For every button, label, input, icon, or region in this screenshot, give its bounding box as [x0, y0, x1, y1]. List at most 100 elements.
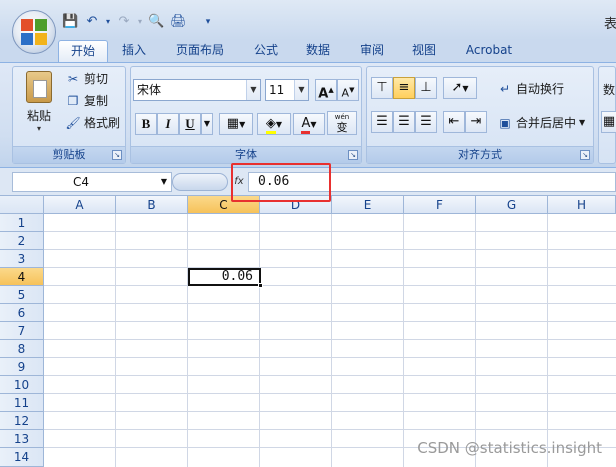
- row-header-1[interactable]: 1: [0, 214, 44, 232]
- tab-review[interactable]: 审阅: [350, 40, 394, 62]
- underline-button[interactable]: U: [179, 113, 201, 135]
- save-icon[interactable]: 💾: [62, 14, 78, 30]
- accounting-format-icon[interactable]: ▦: [601, 111, 616, 133]
- font-name-combo[interactable]: 宋体 ▼: [133, 79, 261, 101]
- row-header-13[interactable]: 13: [0, 430, 44, 448]
- align-left-icon: ☰: [376, 114, 388, 129]
- formula-bar-resize-handle[interactable]: [172, 173, 228, 191]
- clipboard-dialog-launcher-icon[interactable]: ↘: [112, 150, 122, 160]
- grid-line: [44, 357, 616, 358]
- tab-view[interactable]: 视图: [402, 40, 446, 62]
- column-header-a[interactable]: A: [44, 196, 116, 214]
- tab-acrobat[interactable]: Acrobat: [458, 40, 520, 62]
- brush-icon: 🖌: [65, 116, 81, 130]
- chevron-down-icon[interactable]: ▼: [246, 80, 260, 100]
- clipboard-group: 粘贴 ▾ ✂ 剪切 ❐ 复制 🖌 格式刷 剪贴板 ↘: [12, 66, 126, 164]
- borders-button[interactable]: ▦▼: [219, 113, 253, 135]
- redo-dropdown-icon[interactable]: ▾: [132, 14, 148, 30]
- tab-formulas[interactable]: 公式: [244, 40, 288, 62]
- grid-line: [44, 429, 616, 430]
- number-format-partial[interactable]: 数: [603, 81, 615, 98]
- print-icon[interactable]: 🖨: [170, 14, 187, 30]
- orientation-icon: ➚: [451, 80, 463, 95]
- column-header-e[interactable]: E: [332, 196, 404, 214]
- tab-insert[interactable]: 插入: [112, 40, 156, 62]
- row-header-7[interactable]: 7: [0, 322, 44, 340]
- undo-icon[interactable]: ↶: [84, 14, 100, 30]
- row-header-9[interactable]: 9: [0, 358, 44, 376]
- row-header-3[interactable]: 3: [0, 250, 44, 268]
- row-header-10[interactable]: 10: [0, 376, 44, 394]
- row-header-11[interactable]: 11: [0, 394, 44, 412]
- decrease-indent-button[interactable]: ⇤: [443, 111, 465, 133]
- grid-line: [44, 375, 616, 376]
- tab-home[interactable]: 开始: [58, 40, 108, 62]
- row-header-6[interactable]: 6: [0, 304, 44, 322]
- merge-center-icon: ▣: [499, 116, 511, 130]
- grow-font-button[interactable]: A▲: [315, 79, 337, 101]
- wrap-text-icon: ↵: [499, 82, 511, 96]
- fill-color-button[interactable]: ◈▼: [257, 113, 291, 135]
- chevron-down-icon[interactable]: ▼: [294, 80, 308, 100]
- copy-icon: ❐: [67, 94, 79, 108]
- align-center-button[interactable]: ☰: [393, 111, 415, 133]
- orientation-button[interactable]: ➚▼: [443, 77, 477, 99]
- format-painter-button[interactable]: 🖌 格式刷: [65, 113, 120, 133]
- paste-button[interactable]: 粘贴 ▾: [19, 71, 59, 143]
- underline-dropdown-icon[interactable]: ▼: [201, 113, 213, 135]
- wrap-text-button[interactable]: ↵ 自动换行: [497, 79, 564, 99]
- font-group: 宋体 ▼ 11 ▼ A▲ A▼ B I U ▼ ▦▼ ◈▼ A▼ wén 变 字…: [130, 66, 362, 164]
- tab-page-layout[interactable]: 页面布局: [166, 40, 234, 62]
- name-box-value: C4: [73, 175, 90, 189]
- increase-indent-button[interactable]: ⇥: [465, 111, 487, 133]
- print-preview-icon[interactable]: 🔍: [148, 14, 164, 30]
- alignment-dialog-launcher-icon[interactable]: ↘: [580, 150, 590, 160]
- row-header-2[interactable]: 2: [0, 232, 44, 250]
- row-header-5[interactable]: 5: [0, 286, 44, 304]
- copy-button[interactable]: ❐ 复制: [65, 91, 108, 111]
- italic-button[interactable]: I: [157, 113, 179, 135]
- font-dialog-launcher-icon[interactable]: ↘: [348, 150, 358, 160]
- paste-label: 粘贴: [26, 109, 51, 123]
- undo-dropdown-icon[interactable]: ▾: [100, 14, 116, 30]
- font-color-button[interactable]: A▼: [293, 113, 325, 135]
- customize-toolbar-icon[interactable]: ▾: [200, 14, 216, 30]
- font-size-combo[interactable]: 11 ▼: [265, 79, 309, 101]
- chevron-down-icon[interactable]: ▼: [579, 113, 585, 133]
- row-header-8[interactable]: 8: [0, 340, 44, 358]
- align-right-button[interactable]: ☰: [415, 111, 437, 133]
- align-bottom-button[interactable]: ⊥: [415, 77, 437, 99]
- column-header-f[interactable]: F: [404, 196, 476, 214]
- number-group: 数 ▦: [598, 66, 616, 164]
- office-button[interactable]: [12, 10, 56, 54]
- shrink-font-label: A: [341, 86, 350, 100]
- align-top-button[interactable]: ⊤: [371, 77, 393, 99]
- font-size-value: 11: [269, 83, 285, 97]
- align-left-button[interactable]: ☰: [371, 111, 393, 133]
- grid-line: [44, 393, 616, 394]
- column-header-b[interactable]: B: [116, 196, 188, 214]
- row-header-4[interactable]: 4: [0, 268, 44, 286]
- grid-line: [44, 285, 616, 286]
- select-all-corner[interactable]: [0, 196, 44, 214]
- cut-button[interactable]: ✂ 剪切: [65, 69, 108, 89]
- row-header-12[interactable]: 12: [0, 412, 44, 430]
- chevron-down-icon[interactable]: ▼: [161, 173, 167, 191]
- worksheet-grid[interactable]: [0, 196, 616, 467]
- row-header-14[interactable]: 14: [0, 448, 44, 467]
- copy-label: 复制: [84, 94, 109, 108]
- column-header-h[interactable]: H: [548, 196, 616, 214]
- fill-handle[interactable]: [258, 283, 263, 288]
- bold-button[interactable]: B: [135, 113, 157, 135]
- shrink-font-button[interactable]: A▼: [337, 79, 359, 101]
- redo-icon[interactable]: ↷: [116, 14, 132, 30]
- merge-center-button[interactable]: ▣ 合并后居中 ▼: [497, 113, 585, 133]
- name-box[interactable]: C4 ▼: [12, 172, 172, 192]
- align-middle-button[interactable]: ≡: [393, 77, 415, 99]
- office-logo-icon: [21, 19, 47, 45]
- grid-line: [44, 321, 616, 322]
- tab-data[interactable]: 数据: [296, 40, 340, 62]
- cell-c4[interactable]: 0.06: [188, 268, 261, 286]
- phonetic-guide-button[interactable]: wén 变: [327, 111, 357, 135]
- column-header-g[interactable]: G: [476, 196, 548, 214]
